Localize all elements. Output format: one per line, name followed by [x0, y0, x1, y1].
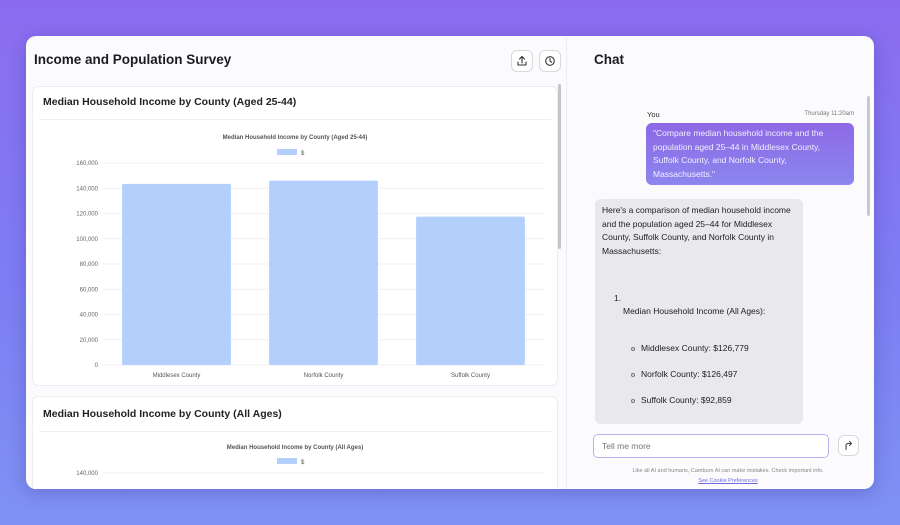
scrollbar[interactable] — [558, 84, 561, 249]
app-window: Income and Population Survey Median Hous… — [26, 36, 874, 489]
cookie-preferences-link[interactable]: See Cookie Preferences — [593, 478, 863, 484]
ai-message-intro: Here's a comparison of median household … — [602, 205, 791, 256]
ai-disclaimer: Like all AI and humans, Camburn AI can m… — [632, 468, 824, 474]
bullet-icon — [631, 372, 635, 377]
y-tick-label: 120,000 — [76, 212, 98, 218]
card-title: Median Household Income by County (All A… — [43, 408, 282, 420]
x-tick-label: Middlesex County — [153, 373, 201, 379]
list-heading: Median Household Income (All Ages): — [623, 306, 766, 316]
upload-icon — [517, 55, 527, 66]
y-tick-label: 160,000 — [76, 161, 98, 167]
list-item-text: Norfolk County: $126,497 — [641, 369, 738, 379]
chart-title: Median Household Income by County (Aged … — [223, 135, 368, 141]
list-item-text: Middlesex County: $126,779 — [641, 343, 749, 353]
chart-container: Median Household Income by County (All A… — [39, 431, 551, 489]
y-tick-label: 0 — [95, 363, 99, 369]
list-item: Norfolk County: $126,497 — [631, 368, 737, 382]
send-arrow-icon — [845, 440, 853, 451]
y-tick-label: 60,000 — [80, 287, 99, 293]
list-item-text: Suffolk County: $92,859 — [641, 395, 732, 405]
bullet-icon — [631, 398, 635, 403]
history-icon — [545, 56, 555, 66]
legend-label: $ — [301, 460, 305, 466]
chart-card: Median Household Income by County (Aged … — [32, 86, 558, 386]
bar-chart: Median Household Income by County (Aged … — [76, 135, 544, 379]
message-sender: You — [647, 110, 660, 119]
bar — [416, 216, 525, 365]
y-tick-label: 140,000 — [76, 186, 98, 192]
y-tick-label: 40,000 — [80, 313, 99, 319]
y-tick-label: 80,000 — [80, 262, 99, 268]
ai-message-bubble: Here's a comparison of median household … — [595, 199, 803, 424]
report-scroll-area[interactable]: Median Household Income by County (Aged … — [32, 84, 562, 489]
chart-card: Median Household Income by County (All A… — [32, 396, 558, 489]
list-item: Middlesex County: $126,779 — [631, 342, 749, 356]
history-button[interactable] — [539, 50, 561, 72]
report-panel: Income and Population Survey Median Hous… — [26, 36, 566, 489]
send-button[interactable] — [838, 435, 859, 456]
y-tick-label: 100,000 — [76, 237, 98, 243]
y-tick-label: 20,000 — [80, 338, 99, 344]
chat-input[interactable] — [593, 434, 829, 458]
message-timestamp: Thursday 11:20am — [804, 111, 854, 117]
card-title: Median Household Income by County (Aged … — [43, 96, 297, 108]
chat-title: Chat — [594, 52, 624, 67]
chart-title: Median Household Income by County (All A… — [227, 445, 363, 451]
bar-chart: Median Household Income by County (All A… — [76, 445, 544, 477]
legend-swatch — [277, 458, 297, 464]
bar — [122, 183, 231, 365]
page-title: Income and Population Survey — [34, 52, 232, 67]
legend-label: $ — [301, 151, 305, 157]
bar — [269, 180, 378, 365]
user-message-bubble: "Compare median household income and the… — [646, 123, 854, 185]
share-button[interactable] — [511, 50, 533, 72]
x-tick-label: Suffolk County — [451, 373, 490, 379]
list-item: Suffolk County: $92,859 — [631, 394, 732, 408]
y-tick-label: 140,000 — [76, 471, 98, 477]
scrollbar[interactable] — [867, 96, 870, 216]
x-tick-label: Norfolk County — [304, 373, 344, 379]
chat-panel: Chat You Thursday 11:20am "Compare media… — [567, 36, 874, 489]
list-number: 1. — [614, 293, 622, 303]
legend-swatch — [277, 149, 297, 155]
bullet-icon — [631, 346, 635, 351]
chart-container: Median Household Income by County (Aged … — [39, 119, 551, 379]
